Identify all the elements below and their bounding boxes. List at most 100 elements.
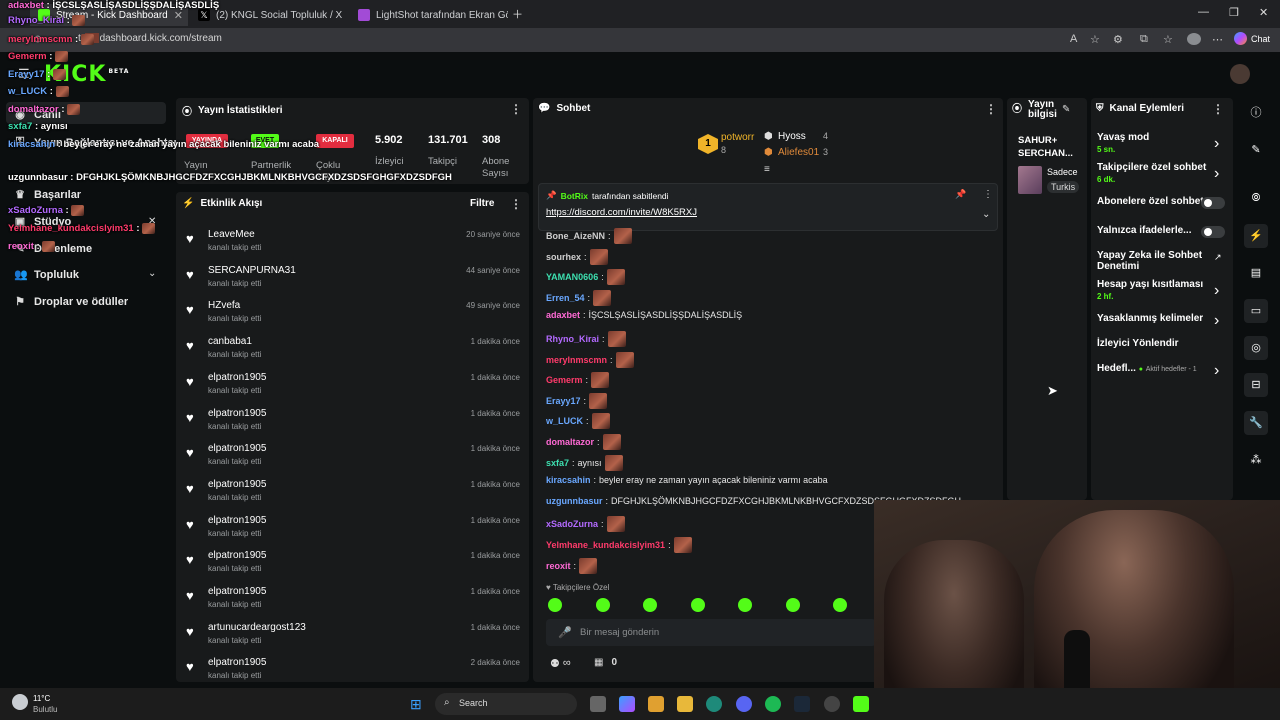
toggle-switch[interactable] (1201, 226, 1225, 238)
info-icon[interactable]: ⓘ (1244, 101, 1268, 125)
activity-row[interactable]: ♥ elpatron1905 kanalı takip etti 1 dakika ö… (186, 370, 520, 406)
emote-shortcut[interactable] (690, 598, 705, 612)
user-avatar[interactable] (1230, 64, 1250, 84)
pinned-by-user[interactable]: BotRix (561, 191, 588, 201)
channel-action-item[interactable]: Yalnızca ifadelerle... (1097, 225, 1207, 236)
maximize-icon[interactable]: ❐ (1229, 6, 1239, 19)
chevron-down-icon[interactable]: ⌄ (982, 209, 990, 220)
collections-icon[interactable]: ☆ (1163, 33, 1173, 46)
store-icon[interactable] (648, 696, 664, 712)
tab-lightshot[interactable]: LightShot tarafından Ekran Görünt ✕ (350, 4, 508, 26)
extensions-icon[interactable]: ⚙ (1113, 33, 1123, 46)
activity-username[interactable]: elpatron1905 (208, 586, 266, 597)
activity-username[interactable]: elpatron1905 (208, 550, 266, 561)
favorite-icon[interactable]: ☆ (1090, 33, 1100, 46)
activity-username[interactable]: artunucardeargost123 (208, 622, 306, 633)
emote-shortcut[interactable] (785, 598, 800, 612)
activity-username[interactable]: LeaveMee (208, 229, 255, 240)
chat-username[interactable]: merylnmscmn (546, 355, 607, 365)
activity-username[interactable]: elpatron1905 (208, 515, 266, 526)
spotify-icon[interactable] (765, 696, 781, 712)
channel-action-item[interactable]: Yavaş mod 5 sn. (1097, 132, 1207, 155)
chat-username[interactable]: Erren_54 (546, 293, 585, 303)
pinned-link[interactable]: https://discord.com/invite/W8K5RXJ (546, 207, 697, 218)
chevron-right-icon[interactable]: › (1214, 312, 1219, 330)
chat-username[interactable]: xSadoZurna (546, 519, 598, 529)
activity-username[interactable]: SERCANPURNA31 (208, 265, 296, 276)
chat-more-icon[interactable]: ⋮ (985, 102, 997, 116)
activity-username[interactable]: elpatron1905 (208, 479, 266, 490)
chat-icon[interactable]: ▭ (1244, 299, 1268, 323)
activity-row[interactable]: ♥ SERCANPURNA31 kanalı takip etti 44 saniye… (186, 263, 520, 299)
chevron-down-icon[interactable]: ⌄ (148, 268, 156, 279)
chat-username[interactable]: Yelmhane_kundakcislyim31 (546, 540, 665, 550)
sidebar-item-achievements[interactable]: ♛ Başarılar (14, 188, 81, 202)
chat-username[interactable]: w_LUCK (546, 416, 583, 426)
chat-username[interactable]: uzgunnbasur (546, 496, 603, 506)
activity-row[interactable]: ♥ elpatron1905 kanalı takip etti 1 dakika ö… (186, 548, 520, 584)
activity-row[interactable]: ♥ LeaveMee kanalı takip etti 20 saniye önce (186, 227, 520, 263)
activity-row[interactable]: ♥ elpatron1905 kanalı takip etti 1 dakika ö… (186, 441, 520, 477)
stats-more-icon[interactable]: ⋮ (510, 102, 522, 116)
activity-row[interactable]: ♥ elpatron1905 kanalı takip etti 1 dakika ö… (186, 406, 520, 442)
points-indicator[interactable]: ▦ 0 (594, 657, 617, 668)
profile-icon[interactable] (1187, 33, 1201, 45)
chat-username[interactable]: Erayy17 (546, 396, 581, 406)
leader-name[interactable]: Hyoss (778, 131, 806, 142)
file-explorer-icon[interactable] (677, 696, 693, 712)
activity-row[interactable]: ♥ canbaba1 kanalı takip etti 1 dakika önce (186, 334, 520, 370)
layout-icon[interactable]: ⊟ (1244, 373, 1268, 397)
chat-username[interactable]: reoxit (546, 561, 571, 571)
community-icon[interactable]: ⁂ (1244, 448, 1268, 472)
emote-shortcut[interactable] (643, 598, 657, 612)
chat-username[interactable]: Bone_AizeNN (546, 231, 605, 241)
actions-more-icon[interactable]: ⋮ (1212, 102, 1224, 116)
document-icon[interactable]: ▤ (1244, 261, 1268, 285)
chevron-right-icon[interactable]: › (1214, 362, 1219, 380)
emote-shortcut[interactable] (833, 598, 847, 612)
activity-username[interactable]: canbaba1 (208, 336, 252, 347)
expand-leaderboard-icon[interactable]: ≡ (764, 164, 770, 175)
read-aloud-icon[interactable]: A (1070, 33, 1077, 45)
copilot-icon[interactable] (619, 696, 635, 712)
activity-username[interactable]: elpatron1905 (208, 372, 266, 383)
edge-icon[interactable] (706, 696, 722, 712)
activity-row[interactable]: ♥ elpatron1905 kanalı takip etti 2 dakika ö… (186, 655, 520, 691)
lightning-icon[interactable]: ⚡ (1244, 224, 1268, 248)
kick-app-icon[interactable] (853, 696, 869, 712)
channel-action-item[interactable]: Takipçilere özel sohbet 6 dk. (1097, 162, 1207, 185)
taskbar-search[interactable] (435, 693, 577, 715)
task-view-icon[interactable] (590, 696, 606, 712)
activity-row[interactable]: ♥ artunucardeargost123 kanalı takip etti 1 … (186, 620, 520, 656)
external-link-icon[interactable]: ↗ (1214, 252, 1222, 263)
channel-action-item[interactable]: Yapay Zeka ile Sohbet Denetimi (1097, 250, 1207, 272)
wrench-icon[interactable]: 🔧 (1244, 411, 1268, 435)
minimize-icon[interactable]: — (1198, 6, 1209, 18)
slow-mode-indicator[interactable]: ⚉ ∞ (550, 657, 571, 670)
category-name[interactable]: Sadece (1047, 167, 1078, 177)
emote-shortcut[interactable] (738, 598, 752, 612)
sidebar-item-drops[interactable]: ⚑ Droplar ve ödüller (14, 295, 128, 309)
chat-username[interactable]: domaltazor (546, 437, 594, 447)
edit-icon[interactable]: ✎ (1244, 138, 1268, 162)
toggle-switch[interactable] (1201, 197, 1225, 209)
chat-username[interactable]: YAMAN0606 (546, 272, 598, 282)
filter-button[interactable]: Filtre (470, 198, 494, 209)
channel-action-item[interactable]: İzleyici Yönlendir (1097, 338, 1207, 349)
steam-icon[interactable] (794, 696, 810, 712)
chat-username[interactable]: adaxbet (546, 310, 580, 320)
chat-username[interactable]: kiracsahin (546, 475, 591, 485)
activity-username[interactable]: elpatron1905 (208, 657, 266, 668)
split-screen-icon[interactable]: ⧉ (1140, 33, 1148, 46)
activity-username[interactable]: elpatron1905 (208, 443, 266, 454)
broadcast-icon[interactable]: ◎ (1244, 336, 1268, 360)
close-window-icon[interactable]: ✕ (1259, 6, 1268, 19)
chevron-right-icon[interactable]: › (1214, 165, 1219, 183)
channel-action-item[interactable]: Abonelere özel sohbet (1097, 196, 1207, 207)
windows-start-icon[interactable]: ⊞ (410, 696, 422, 713)
chat-username[interactable]: Rhyno_Kirai (546, 334, 599, 344)
chat-username[interactable]: Gemerm (546, 375, 583, 385)
chat-username[interactable]: sxfa7 (546, 458, 569, 468)
chat-username[interactable]: sourhex (546, 252, 581, 262)
activity-username[interactable]: HZvefa (208, 300, 240, 311)
